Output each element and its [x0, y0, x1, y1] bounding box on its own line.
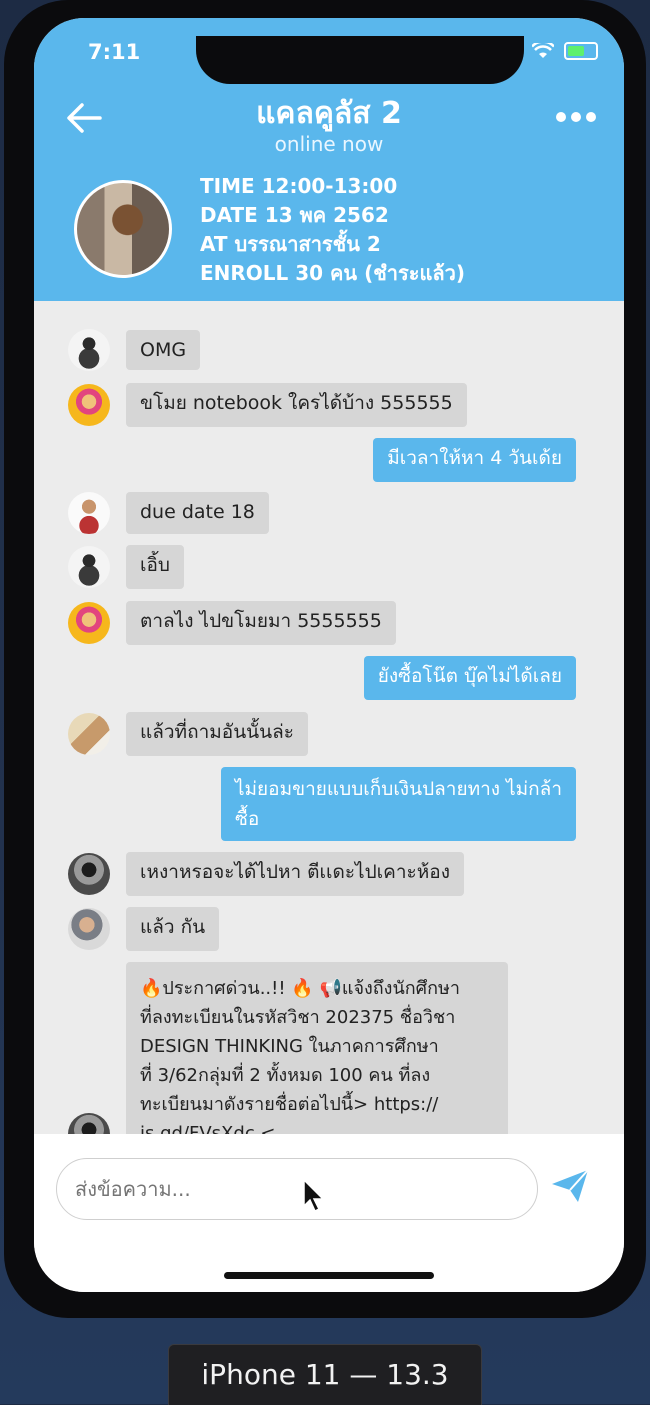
- device-label: iPhone 11 — 13.3: [168, 1344, 482, 1405]
- avatar: [68, 602, 110, 644]
- phone-screen: 7:11 แคลคูลัส 2 online now TIME 12:00-13…: [34, 18, 624, 1292]
- outgoing-message: ไม่ยอมขายแบบเก็บเงินปลายทาง ไม่กล้า ซื้อ: [220, 767, 576, 841]
- more-icon[interactable]: [556, 112, 596, 122]
- avatar: [68, 492, 110, 534]
- home-indicator: [224, 1272, 434, 1279]
- class-enroll: ENROLL 30 คน (ชำระแล้ว): [200, 261, 466, 285]
- wifi-icon: [532, 43, 554, 58]
- avatar: [68, 853, 110, 895]
- avatar: [68, 908, 110, 950]
- status-icons: [532, 42, 598, 60]
- notch: [196, 36, 524, 84]
- incoming-message: แล้ว กัน: [126, 907, 220, 951]
- class-info: TIME 12:00-13:00 DATE 13 พค 2562 AT บรรณ…: [200, 172, 465, 288]
- incoming-message: 🔥ประกาศด่วน..!! 🔥 📢แจ้งถึงนักศึกษา ที่ลง…: [126, 962, 508, 1134]
- incoming-message: แล้วที่ถามอันนั้นล่ะ: [126, 712, 309, 756]
- avatar: [68, 713, 110, 755]
- outgoing-message: มีเวลาให้หา 4 วันเด้ย: [373, 438, 576, 482]
- class-location: AT บรรณาสารชั้น 2: [200, 232, 381, 256]
- phone-frame: 7:11 แคลคูลัส 2 online now TIME 12:00-13…: [4, 0, 646, 1318]
- message-list[interactable]: OMG ขโมย notebook ใครได้บ้าง 555555 มีเว…: [34, 301, 624, 1134]
- class-avatar: [74, 180, 172, 278]
- cursor-icon: [303, 1178, 325, 1213]
- online-status: online now: [274, 132, 384, 156]
- battery-icon: [564, 42, 598, 60]
- incoming-message: OMG: [126, 330, 201, 370]
- message-input[interactable]: [56, 1158, 538, 1220]
- status-time: 7:11: [88, 40, 141, 64]
- incoming-message: ขโมย notebook ใครได้บ้าง 555555: [126, 383, 467, 427]
- incoming-message: เอิ้บ: [126, 545, 184, 589]
- avatar: [68, 329, 110, 371]
- class-time: TIME 12:00-13:00: [200, 174, 398, 198]
- send-icon[interactable]: [550, 1168, 590, 1204]
- incoming-message: ตาลไง ไปขโมยมา 5555555: [126, 601, 396, 645]
- incoming-message: due date 18: [126, 492, 269, 534]
- avatar: [68, 1113, 110, 1134]
- class-date: DATE 13 พค 2562: [200, 203, 389, 227]
- incoming-message: เหงาหรอจะได้ไปหา ตีเเดะไปเคาะห้อง: [126, 852, 464, 896]
- chat-title: แคลคูลัส 2: [256, 96, 402, 131]
- message-composer: [34, 1134, 624, 1292]
- outgoing-message: ยังซื้อโน๊ต บุ๊คไม่ได้เลย: [363, 656, 576, 700]
- avatar: [68, 384, 110, 426]
- avatar: [68, 546, 110, 588]
